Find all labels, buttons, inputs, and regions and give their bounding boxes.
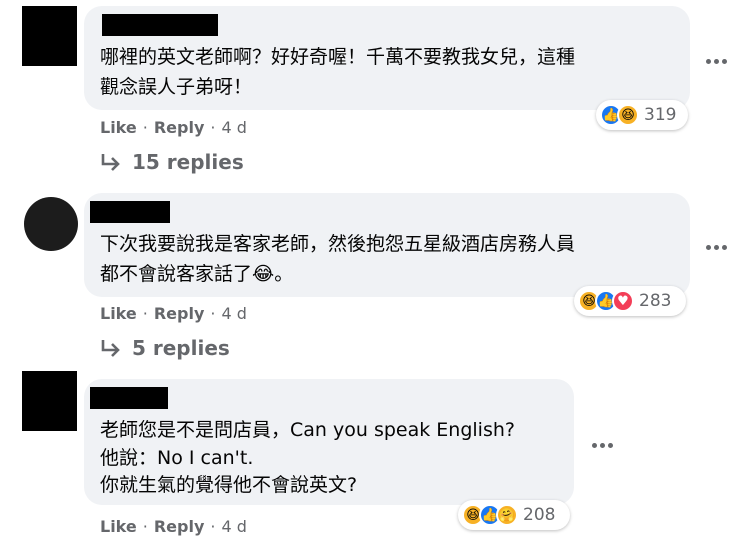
love-reaction-icon: ♥ [612, 290, 634, 312]
like-action[interactable]: Like [100, 304, 137, 323]
replies-label: 15 replies [132, 150, 244, 174]
reaction-count: 208 [523, 505, 556, 525]
timestamp[interactable]: 4 d [221, 118, 246, 137]
comment-bubble: 哪裡的英文老師啊？好好奇喔！千萬不要教我女兒，這種 觀念誤人子弟呀！ [84, 6, 690, 110]
avatar[interactable] [22, 371, 77, 431]
separator: · [142, 304, 148, 323]
haha-reaction-icon: 😆 [617, 104, 639, 126]
reply-action[interactable]: Reply [154, 118, 205, 137]
redacted-author-name[interactable] [102, 14, 218, 36]
redacted-author-name[interactable] [90, 201, 170, 223]
more-options-icon[interactable] [706, 242, 728, 252]
like-action[interactable]: Like [100, 118, 137, 137]
separator: · [210, 118, 216, 137]
timestamp[interactable]: 4 d [221, 517, 246, 536]
reply-arrow-icon [101, 154, 120, 171]
avatar[interactable] [22, 6, 77, 66]
comment-actions: Like · Reply · 4 d [100, 118, 247, 137]
comment-text-line: 你就生氣的覺得他不會說英文? [100, 474, 358, 496]
view-replies-link[interactable]: 15 replies [100, 150, 244, 174]
avatar[interactable] [24, 197, 78, 251]
separator: · [210, 304, 216, 323]
comment-text-line: 老師您是不是問店員，Can you speak English? [100, 419, 515, 441]
comment-text-line: 都不會說客家話了😂。 [100, 263, 294, 285]
like-action[interactable]: Like [100, 517, 137, 536]
comment-bubble: 老師您是不是問店員，Can you speak English? 他說：No I… [84, 379, 574, 505]
comment-text-line: 觀念誤人子弟呀！ [100, 76, 253, 98]
reaction-count: 319 [644, 105, 677, 125]
more-options-icon[interactable] [592, 440, 614, 450]
replies-label: 5 replies [132, 336, 230, 360]
reaction-count: 283 [639, 291, 672, 311]
separator: · [210, 517, 216, 536]
comment-text-line: 下次我要說我是客家老師，然後抱怨五星級酒店房務人員 [100, 233, 576, 255]
reply-action[interactable]: Reply [154, 304, 205, 323]
more-options-icon[interactable] [706, 56, 728, 66]
redacted-author-name[interactable] [90, 387, 168, 409]
comment-actions: Like · Reply · 4 d [100, 304, 247, 323]
reactions-summary[interactable]: 👍 😆 319 [596, 100, 688, 130]
reply-action[interactable]: Reply [154, 517, 205, 536]
timestamp[interactable]: 4 d [221, 304, 246, 323]
comment-actions: Like · Reply · 4 d [100, 517, 247, 536]
comment-text-line: 他說：No I can't. [100, 447, 254, 469]
reactions-summary[interactable]: 😆 👍 🤗 208 [458, 500, 570, 530]
comment-bubble: 下次我要說我是客家老師，然後抱怨五星級酒店房務人員 都不會說客家話了😂。 [84, 193, 690, 297]
separator: · [142, 118, 148, 137]
care-reaction-icon: 🤗 [496, 504, 518, 526]
separator: · [142, 517, 148, 536]
reply-arrow-icon [101, 340, 120, 357]
reactions-summary[interactable]: 😆 👍 ♥ 283 [574, 286, 686, 316]
view-replies-link[interactable]: 5 replies [100, 336, 230, 360]
comment-text-line: 哪裡的英文老師啊？好好奇喔！千萬不要教我女兒，這種 [100, 46, 576, 68]
